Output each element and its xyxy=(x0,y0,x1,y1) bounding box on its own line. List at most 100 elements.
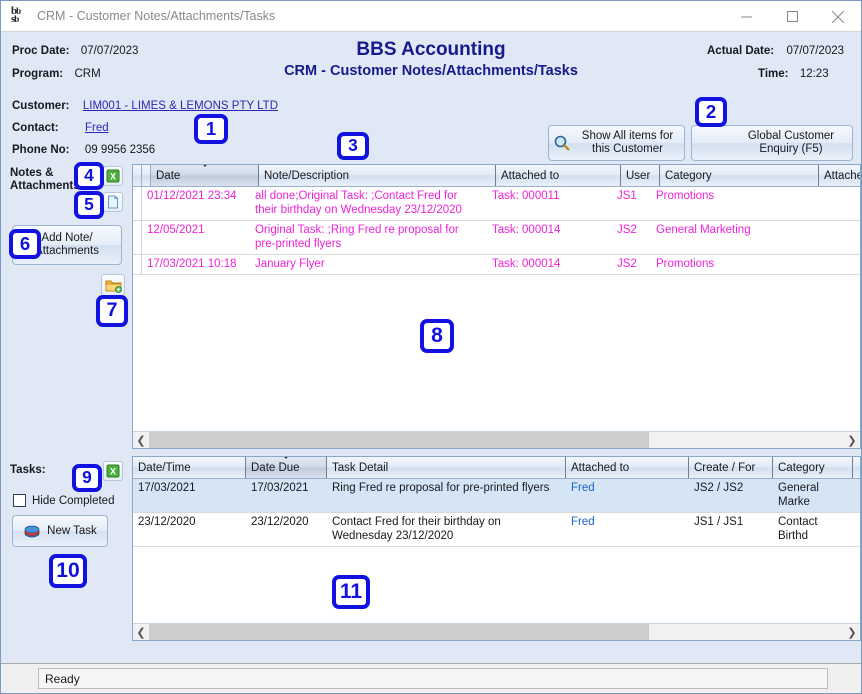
program-label: Program: xyxy=(12,68,63,80)
notes-horizontal-scrollbar[interactable]: ❮ ❯ xyxy=(133,431,860,448)
column-header-date-time[interactable]: Date/Time xyxy=(133,457,246,478)
title-bar: bb sb CRM - Customer Notes/Attachments/T… xyxy=(1,1,861,32)
new-task-button[interactable]: New Task xyxy=(12,515,108,547)
column-header-note-description[interactable]: Note/Description xyxy=(259,165,496,186)
scroll-left-icon[interactable]: ❮ xyxy=(133,432,149,449)
notes-grid[interactable]: Date Note/Description Attached to User Categ… xyxy=(132,164,861,449)
cell-attached-to: Fred xyxy=(566,479,689,512)
cell-attached-to: Task: 000011 xyxy=(487,187,612,220)
cell-category: General Marketing xyxy=(651,221,810,254)
marker-7: 7 xyxy=(96,295,128,327)
header-band: BBS Accounting CRM - Customer Notes/Atta… xyxy=(1,32,861,162)
column-header-create-for[interactable]: Create / For xyxy=(689,457,773,478)
column-header-label: User xyxy=(626,170,650,182)
cell-date: 17/03/2021 10:18 xyxy=(142,255,250,274)
column-header-category[interactable]: Category xyxy=(660,165,819,186)
cell-create-for: JS1 / JS1 xyxy=(689,513,773,546)
table-row[interactable]: 17/03/2021 10:18January FlyerTask: 00001… xyxy=(133,255,860,275)
tasks-horizontal-scrollbar[interactable]: ❮ ❯ xyxy=(133,623,860,640)
column-header-label: Date/Time xyxy=(138,462,191,474)
sort-descending-icon xyxy=(201,165,209,167)
cell-category: Contact Birthd xyxy=(773,513,853,546)
column-header-label: Category xyxy=(665,170,712,182)
cell-attached xyxy=(810,187,856,220)
table-row[interactable]: 12/05/2021Original Task: ;Ring Fred re p… xyxy=(133,221,860,255)
cell-date: 12/05/2021 xyxy=(142,221,250,254)
notes-attachments-label: Notes & Attachments: xyxy=(10,167,83,193)
show-all-items-button[interactable]: Show All items for this Customer xyxy=(548,125,685,161)
status-text: Ready xyxy=(38,668,828,689)
tasks-grid-body: 17/03/202117/03/2021Ring Fred re proposa… xyxy=(133,479,860,547)
table-row[interactable]: 01/12/2021 23:34all done;Original Task: … xyxy=(133,187,860,221)
tasks-grid-header: Date/Time Date Due Task Detail Attached to C… xyxy=(133,457,860,479)
customer-label: Customer: xyxy=(12,100,70,112)
hide-completed-checkbox[interactable]: Hide Completed xyxy=(13,494,114,507)
column-header-date-due[interactable]: Date Due xyxy=(246,457,327,478)
excel-export-icon[interactable]: X xyxy=(103,166,123,186)
checkbox-box xyxy=(13,494,26,507)
screen-title: CRM - Customer Notes/Attachments/Tasks xyxy=(1,63,861,79)
marker-2: 2 xyxy=(695,97,727,127)
column-header-date[interactable]: Date xyxy=(151,165,259,186)
scroll-thumb[interactable] xyxy=(149,624,649,641)
tasks-grid[interactable]: Date/Time Date Due Task Detail Attached to C… xyxy=(132,456,861,641)
tasks-rail: Tasks: X Hide Completed New Task xyxy=(1,456,132,641)
column-header-label: Category xyxy=(778,462,825,474)
cell-create-for: JS2 / JS2 xyxy=(689,479,773,512)
actual-date-value: 07/07/2023 xyxy=(786,45,844,57)
scroll-track[interactable] xyxy=(149,624,844,641)
proc-date-label: Proc Date: xyxy=(12,45,70,57)
column-header-category[interactable]: Category xyxy=(773,457,853,478)
marker-3: 3 xyxy=(337,132,369,160)
excel-export-icon[interactable]: X xyxy=(103,461,123,481)
column-header-attached-to[interactable]: Attached to xyxy=(566,457,689,478)
time-value: 12:23 xyxy=(800,68,829,80)
column-header-attached[interactable]: Attached xyxy=(819,165,861,186)
contact-label: Contact: xyxy=(12,122,59,134)
cell-note: all done;Original Task: ;Contact Fred fo… xyxy=(250,187,487,220)
scroll-right-icon[interactable]: ❯ xyxy=(844,624,860,641)
close-icon[interactable] xyxy=(815,1,861,32)
cell-attached-to: Fred xyxy=(566,513,689,546)
cell-date-due: 17/03/2021 xyxy=(246,479,327,512)
sort-descending-icon xyxy=(282,457,290,459)
column-header-label: Attached to xyxy=(571,462,629,474)
row-gutter xyxy=(133,221,142,254)
cell-category: General Marke xyxy=(773,479,853,512)
contact-link[interactable]: Fred xyxy=(85,122,109,134)
maximize-icon[interactable] xyxy=(769,1,815,32)
table-row[interactable]: 17/03/202117/03/2021Ring Fred re proposa… xyxy=(133,479,860,513)
window-title: CRM - Customer Notes/Attachments/Tasks xyxy=(37,9,275,23)
marker-1: 1 xyxy=(194,114,228,144)
document-export-icon[interactable] xyxy=(103,192,123,212)
column-header-label: Note/Description xyxy=(264,170,349,182)
svg-text:X: X xyxy=(110,172,116,182)
hide-completed-label: Hide Completed xyxy=(32,495,114,507)
new-task-icon xyxy=(23,522,41,540)
customer-link[interactable]: LIM001 - LIMES & LEMONS PTY LTD xyxy=(83,100,278,112)
marker-9: 9 xyxy=(72,464,102,492)
table-row[interactable]: 23/12/202023/12/2020Contact Fred for the… xyxy=(133,513,860,547)
minimize-icon[interactable] xyxy=(723,1,769,32)
cell-date-due: 23/12/2020 xyxy=(246,513,327,546)
search-icon xyxy=(553,134,571,152)
column-header-attached-to[interactable]: Attached to xyxy=(496,165,621,186)
scroll-track[interactable] xyxy=(149,432,844,449)
scroll-left-icon[interactable]: ❮ xyxy=(133,624,149,641)
marker-11: 11 xyxy=(332,575,370,609)
bbs-logo-icon: bb sb xyxy=(11,7,29,25)
scroll-right-icon[interactable]: ❯ xyxy=(844,432,860,449)
actual-date-label: Actual Date: xyxy=(707,45,774,57)
scroll-thumb[interactable] xyxy=(149,432,649,449)
row-gutter xyxy=(133,165,142,186)
cell-category: Promotions xyxy=(651,255,810,274)
column-header-task-detail[interactable]: Task Detail xyxy=(327,457,566,478)
marker-8: 8 xyxy=(420,319,454,353)
column-header-user[interactable]: User xyxy=(621,165,660,186)
column-header-label: Date Due xyxy=(251,462,300,474)
global-customer-enquiry-button[interactable]: Global Customer Enquiry (F5) xyxy=(691,125,853,161)
cell-attached-to: Task: 000014 xyxy=(487,255,612,274)
add-folder-icon[interactable] xyxy=(101,274,125,296)
cell-user: JS1 xyxy=(612,187,651,220)
row-gutter xyxy=(142,165,151,186)
